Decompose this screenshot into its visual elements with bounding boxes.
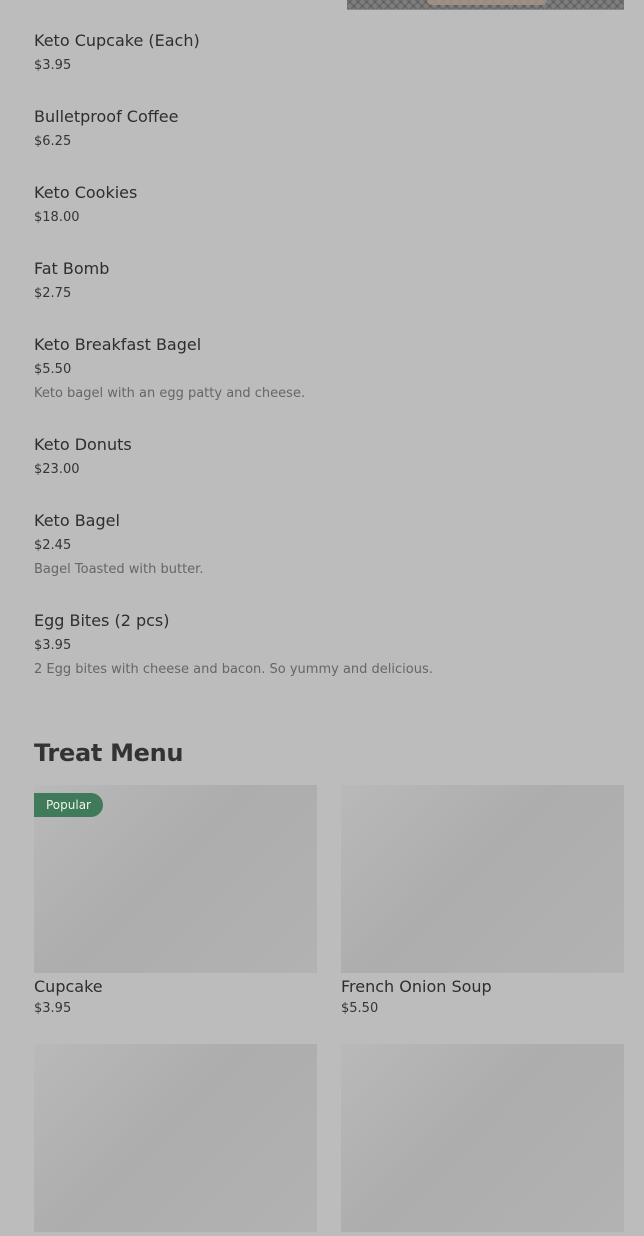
menu-item-name: Egg Bites (2 pcs) xyxy=(34,611,170,630)
menu-item-description: Bagel Toasted with butter. xyxy=(34,562,204,577)
menu-item-name: Bulletproof Coffee xyxy=(34,107,179,126)
treat-card-image[interactable] xyxy=(341,1044,624,1232)
popular-badge: Popular xyxy=(34,793,103,817)
menu-item-image[interactable] xyxy=(347,0,624,10)
menu-item[interactable]: Fat Bomb $2.75 xyxy=(34,259,624,302)
menu-item-name: Keto Bagel xyxy=(34,511,120,530)
menu-item[interactable]: Keto Bagel $2.45 Bagel Toasted with butt… xyxy=(34,511,624,578)
menu-item-price: $6.25 xyxy=(34,134,72,149)
treat-card-price: $5.50 xyxy=(341,1001,379,1016)
menu-item-price: $3.95 xyxy=(34,58,72,73)
menu-item-name: Keto Donuts xyxy=(34,435,132,454)
menu-item-description: Keto bagel with an egg patty and cheese. xyxy=(34,386,306,401)
menu-item-name: Keto Cookies xyxy=(34,183,138,202)
treat-card-name: French Onion Soup xyxy=(341,977,492,996)
menu-item-name: Keto Cupcake (Each) xyxy=(34,31,200,50)
menu-item-price: $18.00 xyxy=(34,210,80,225)
treat-card-image[interactable] xyxy=(34,1044,317,1232)
menu-item-name: Fat Bomb xyxy=(34,259,110,278)
treat-card[interactable] xyxy=(341,1044,624,1236)
menu-item-price: $2.45 xyxy=(34,538,72,553)
menu-item-price: $3.95 xyxy=(34,638,72,653)
treat-card-french-onion-soup[interactable]: French Onion Soup $5.50 xyxy=(341,785,624,1017)
menu-item[interactable]: Egg Bites (2 pcs) $3.95 2 Egg bites with… xyxy=(34,611,624,678)
treat-card-name: Cupcake xyxy=(34,977,103,996)
menu-item[interactable]: Keto Breakfast Bagel $5.50 Keto bagel wi… xyxy=(34,335,624,402)
treat-card-price: $3.95 xyxy=(34,1001,72,1016)
menu-item[interactable]: Keto Donuts $23.00 xyxy=(34,435,624,478)
treat-card-cupcake[interactable]: Popular Cupcake $3.95 xyxy=(34,785,317,1017)
food-photo-accent xyxy=(427,0,547,5)
menu-item[interactable]: Bulletproof Coffee $6.25 xyxy=(34,107,624,150)
menu-item-price: $23.00 xyxy=(34,462,80,477)
menu-item[interactable]: Keto Cookies $18.00 xyxy=(34,183,624,226)
menu-item[interactable]: Keto Cupcake (Each) $3.95 xyxy=(34,31,624,74)
menu-item-price: $2.75 xyxy=(34,286,72,301)
menu-item-price: $5.50 xyxy=(34,362,72,377)
treat-card-image[interactable] xyxy=(341,785,624,973)
treat-card-image[interactable]: Popular xyxy=(34,785,317,973)
menu-item-name: Keto Breakfast Bagel xyxy=(34,335,202,354)
menu-item-description: 2 Egg bites with cheese and bacon. So yu… xyxy=(34,662,433,677)
treat-card[interactable] xyxy=(34,1044,317,1236)
section-title-treat-menu: Treat Menu xyxy=(34,739,184,767)
